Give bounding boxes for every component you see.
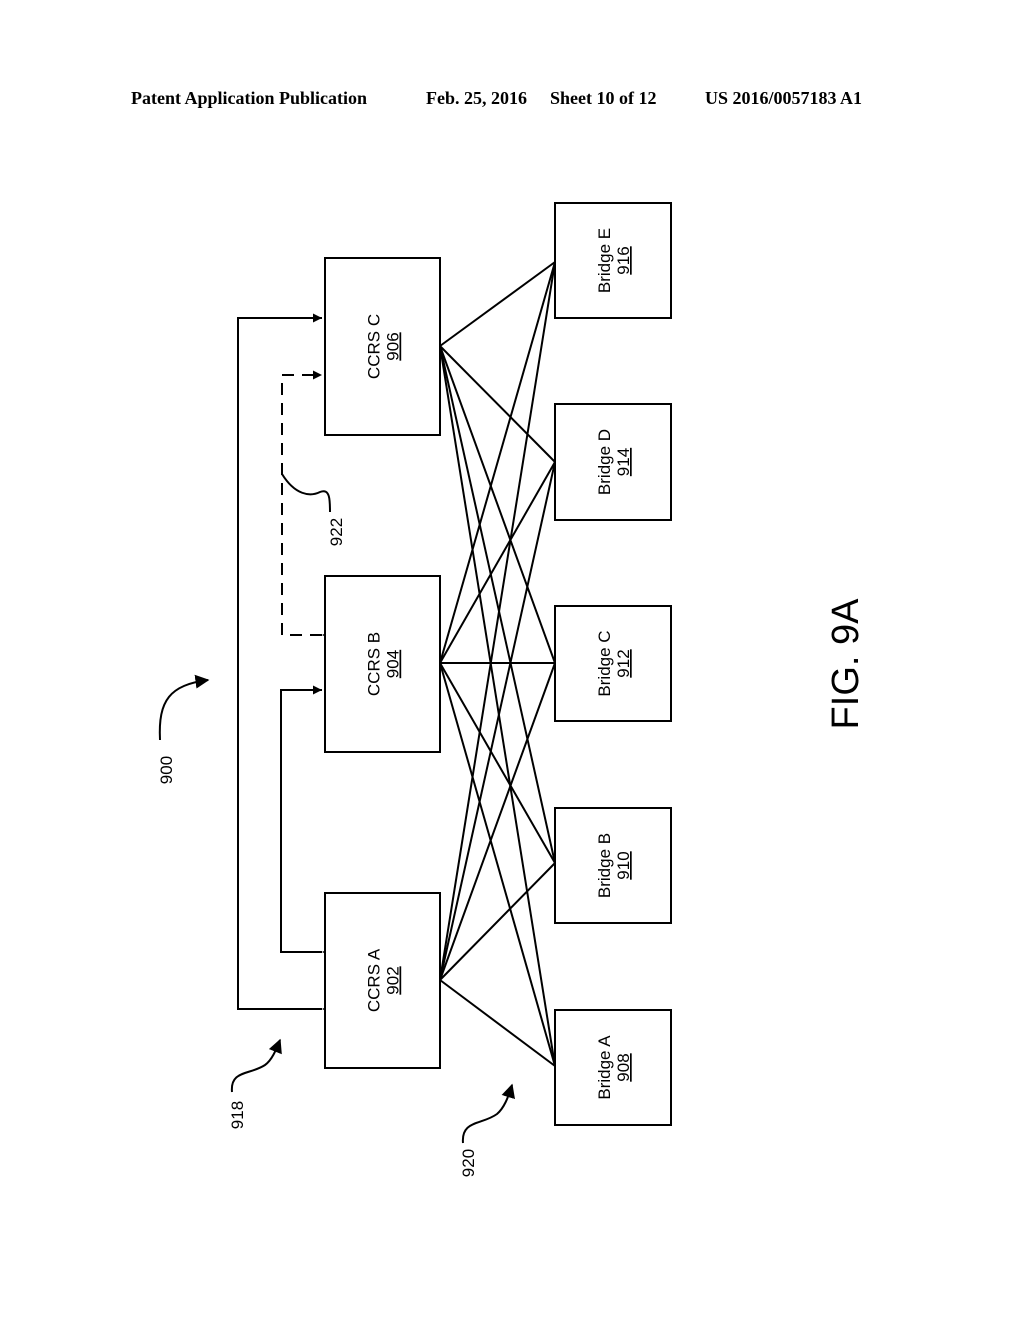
ccrs-node: CCRS C 906 — [324, 257, 441, 436]
bridge-ref: 908 — [614, 1053, 633, 1081]
ccrs-name: CCRS B — [365, 632, 384, 696]
bridge-node: Bridge A 908 — [554, 1009, 672, 1126]
mesh-link — [439, 979, 556, 1067]
bridge-name: Bridge B — [595, 833, 614, 898]
diagram-canvas: CCRS A 902CCRS B 904CCRS C 906Bridge A 908Br… — [157, 202, 867, 1177]
bridge-name: Bridge D — [595, 429, 614, 495]
figure-label: FIG. 9A — [825, 598, 867, 730]
callout-920-arrow — [461, 1083, 515, 1144]
ccrs-ref: 902 — [384, 966, 403, 994]
ccrs-ref: 906 — [384, 332, 403, 360]
callout-922-leader — [281, 473, 331, 513]
ccrs-name: CCRS A — [365, 948, 384, 1012]
callout-900-label: 900 — [157, 756, 176, 784]
mesh-link — [439, 261, 556, 347]
bridge-ref: 910 — [614, 851, 633, 879]
mesh-link — [439, 261, 556, 981]
mesh-link — [439, 345, 556, 1067]
mesh-link — [439, 461, 556, 664]
bridge-name: Bridge A — [595, 1035, 614, 1100]
bridge-ref: 914 — [614, 448, 633, 476]
mesh-link — [439, 662, 556, 864]
bridge-name: Bridge E — [595, 228, 614, 293]
callout-918-label: 918 — [228, 1101, 247, 1129]
ccrs-ref: 904 — [384, 650, 403, 678]
ccrs-node: CCRS A 902 — [324, 892, 441, 1069]
callout-922-label: 922 — [327, 518, 346, 546]
callout-922: 922 — [281, 473, 346, 546]
callout-920: 920 — [459, 1083, 515, 1177]
callout-920-label: 920 — [459, 1149, 478, 1177]
ccrs-node: CCRS B 904 — [324, 575, 441, 753]
bridge-ref: 916 — [614, 246, 633, 274]
callout-900-arrow — [158, 674, 210, 741]
bridge-name: Bridge C — [595, 630, 614, 696]
bridge-node: Bridge B 910 — [554, 807, 672, 924]
link-ccrs-b-to-c-dashed — [281, 370, 331, 640]
bridge-node: Bridge E 916 — [554, 202, 672, 319]
ccrs-name: CCRS C — [365, 314, 384, 379]
callout-918-arrow — [230, 1038, 282, 1093]
bridge-node: Bridge C 912 — [554, 605, 672, 722]
link-ccrs-a-to-b — [280, 685, 331, 957]
bridge-ref: 912 — [614, 649, 633, 677]
bridge-link-mesh — [439, 261, 556, 1067]
callout-900: 900 — [157, 674, 210, 784]
bridge-node: Bridge D 914 — [554, 403, 672, 521]
callout-918: 918 — [228, 1038, 282, 1129]
